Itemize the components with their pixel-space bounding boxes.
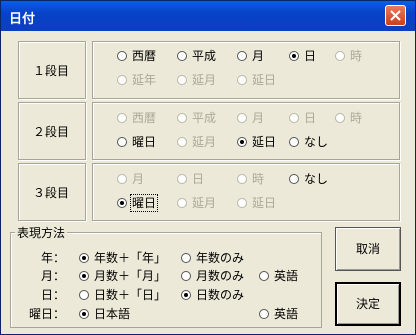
row1-option-hour[interactable]: 時 (335, 47, 362, 64)
row3-option-month[interactable]: 月 (117, 170, 144, 187)
row1-label: １段目 (33, 64, 70, 78)
row3-option-en-month[interactable]: 延月 (177, 194, 216, 211)
row3-options: 月 日 時 なし 曜日 延月 延日 (92, 163, 400, 221)
row1-option-en-month[interactable]: 延月 (177, 71, 216, 88)
row3-option-en-day[interactable]: 延日 (237, 194, 276, 211)
month-option-english[interactable]: 英語 (259, 267, 298, 284)
dialog-title: 日付 (9, 12, 36, 27)
cancel-button[interactable]: 取消 (335, 227, 401, 271)
row1-option-month[interactable]: 月 (237, 47, 264, 64)
row2-option-none[interactable]: なし (289, 133, 328, 150)
row3-option-weekday[interactable]: 曜日 (117, 194, 159, 212)
row1-option-en-day[interactable]: 延日 (237, 71, 276, 88)
day-option-with-suffix[interactable]: 日数＋「日」 (79, 286, 166, 303)
row1-option-heisei[interactable]: 平成 (177, 47, 216, 64)
close-icon (390, 10, 401, 21)
row2-options: 西暦 平成 月 日 時 曜日 延月 延日 なし (92, 102, 400, 160)
row2-option-heisei[interactable]: 平成 (177, 109, 216, 126)
row2-option-month[interactable]: 月 (237, 109, 264, 126)
row3-option-day[interactable]: 日 (177, 170, 204, 187)
year-option-with-suffix[interactable]: 年数＋「年」 (79, 249, 166, 266)
row2-option-en-month[interactable]: 延月 (177, 133, 216, 150)
month-option-with-suffix[interactable]: 月数＋「月」 (79, 267, 166, 284)
weekday-label: 曜日： (28, 307, 65, 321)
month-option-number-only[interactable]: 月数のみ (181, 267, 244, 284)
row3-label-box: ３段目 (18, 163, 86, 221)
title-bar[interactable]: 日付 (1, 1, 415, 31)
row2-label: ２段目 (33, 125, 70, 139)
row3-option-hour[interactable]: 時 (237, 170, 264, 187)
ok-button[interactable]: 決定 (335, 282, 401, 326)
row1-label-box: １段目 (18, 41, 86, 99)
year-label: 年： (40, 251, 65, 265)
row1-option-day[interactable]: 日 (289, 47, 316, 64)
row3-label: ３段目 (33, 186, 70, 200)
row2-option-weekday[interactable]: 曜日 (117, 133, 156, 150)
close-button[interactable] (385, 5, 406, 26)
row3-option-none[interactable]: なし (289, 170, 328, 187)
row1-option-en-year[interactable]: 延年 (117, 71, 156, 88)
row2-option-en-day[interactable]: 延日 (237, 133, 276, 150)
row1-option-seireki[interactable]: 西暦 (117, 47, 156, 64)
row2-option-seireki[interactable]: 西暦 (117, 109, 156, 126)
weekday-option-english[interactable]: 英語 (259, 305, 298, 322)
year-option-number-only[interactable]: 年数のみ (181, 249, 244, 266)
weekday-option-japanese[interactable]: 日本語 (79, 305, 130, 322)
row2-option-hour[interactable]: 時 (335, 109, 362, 126)
month-label: 月： (40, 269, 65, 283)
row2-option-day[interactable]: 日 (289, 109, 316, 126)
row1-options: 西暦 平成 月 日 時 延年 延月 延日 (92, 41, 400, 99)
expression-group-title: 表現方法 (15, 224, 68, 241)
row2-label-box: ２段目 (18, 102, 86, 160)
day-label: 日： (40, 288, 65, 302)
day-option-number-only[interactable]: 日数のみ (181, 286, 244, 303)
date-dialog: 日付 １段目 西暦 平成 月 日 時 延年 延月 延日 ２段目 西暦 平成 月 … (0, 0, 416, 335)
